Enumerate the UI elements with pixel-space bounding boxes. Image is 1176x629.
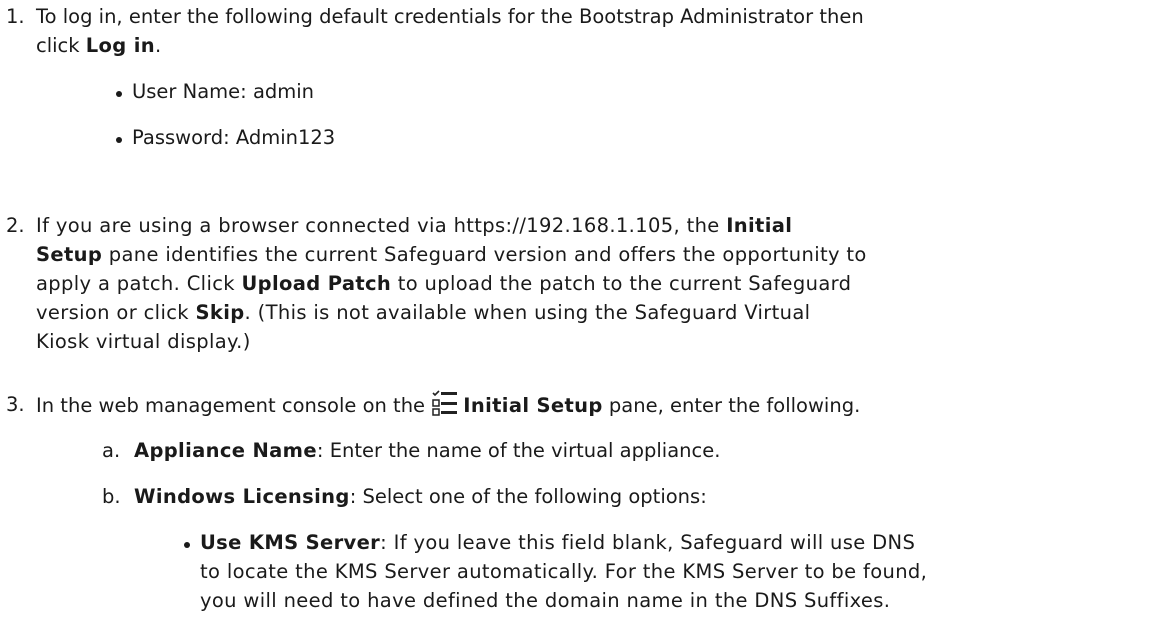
initial-term: Initial bbox=[726, 214, 793, 237]
skip-term: Skip bbox=[195, 301, 245, 324]
text: to upload the patch to the current Safeg… bbox=[391, 272, 852, 295]
windows-licensing-term: Windows Licensing bbox=[134, 485, 350, 508]
step-1-text: 1. To log in, enter the following defaul… bbox=[0, 2, 1176, 60]
step-3-line-1: In the web management console on the Ini… bbox=[36, 390, 1176, 420]
appliance-name-term: Appliance Name bbox=[134, 439, 317, 462]
sub-step-b: b. Windows Licensing: Select one of the … bbox=[102, 482, 707, 511]
initial-setup-term: Initial Setup bbox=[463, 394, 603, 417]
licensing-options: Use KMS Server: If you leave this field … bbox=[184, 528, 1170, 615]
step-1: 1. To log in, enter the following defaul… bbox=[0, 2, 1176, 149]
step-2-line-2: Setup pane identifies the current Safegu… bbox=[36, 240, 1176, 269]
upload-patch-term: Upload Patch bbox=[241, 272, 392, 295]
text: click bbox=[36, 34, 86, 57]
step-2: 2. If you are using a browser connected … bbox=[0, 211, 1176, 356]
list-item: Use KMS Server: If you leave this field … bbox=[184, 528, 1170, 615]
text: apply a patch. Click bbox=[36, 272, 242, 295]
list-item: User Name: admin bbox=[115, 77, 335, 106]
text: : Select one of the following options: bbox=[349, 485, 707, 508]
sub-letter: b. bbox=[102, 485, 121, 508]
kms-line-3: you will need to have defined the domain… bbox=[200, 589, 891, 612]
text: version or click bbox=[36, 301, 196, 324]
log-in-term: Log in bbox=[85, 34, 156, 57]
credentials-list: User Name: admin Password: Admin123 bbox=[115, 77, 335, 152]
text: pane, enter the following. bbox=[602, 394, 861, 417]
text: : Enter the name of the virtual applianc… bbox=[316, 439, 721, 462]
step-1-line-2: click Log in. bbox=[36, 31, 1176, 60]
step-number: 2. bbox=[6, 214, 25, 237]
sub-letter: a. bbox=[102, 439, 121, 462]
checklist-icon bbox=[431, 390, 459, 417]
setup-term: Setup bbox=[36, 243, 103, 266]
step-3: 3. In the web management console on the … bbox=[0, 390, 1176, 612]
text: . (This is not available when using the … bbox=[244, 301, 811, 324]
step-number: 1. bbox=[6, 5, 25, 28]
step-3-text: 3. In the web management console on the … bbox=[0, 390, 1176, 420]
step-1-line-1: To log in, enter the following default c… bbox=[36, 5, 864, 28]
step-2-line-5: Kiosk virtual display.) bbox=[36, 330, 251, 353]
step-2-line-3: apply a patch. Click Upload Patch to upl… bbox=[36, 269, 1176, 298]
text: In the web management console on the bbox=[36, 394, 432, 417]
step-2-line-1: If you are using a browser connected via… bbox=[36, 211, 1176, 240]
step-2-text: 2. If you are using a browser connected … bbox=[0, 211, 1176, 356]
text: pane identifies the current Safeguard ve… bbox=[102, 243, 867, 266]
use-kms-server-term: Use KMS Server bbox=[200, 531, 381, 554]
step-number: 3. bbox=[6, 393, 25, 416]
kms-line-2: to locate the KMS Server automatically. … bbox=[200, 560, 928, 583]
sub-step-a: a. Appliance Name: Enter the name of the… bbox=[102, 436, 721, 465]
kms-line-1: Use KMS Server: If you leave this field … bbox=[200, 528, 1170, 557]
text: . bbox=[155, 34, 162, 57]
text: : If you leave this field blank, Safegua… bbox=[380, 531, 916, 554]
list-item: Password: Admin123 bbox=[115, 123, 335, 152]
step-2-line-4: version or click Skip. (This is not avai… bbox=[36, 298, 1176, 327]
text: If you are using a browser connected via… bbox=[36, 214, 727, 237]
